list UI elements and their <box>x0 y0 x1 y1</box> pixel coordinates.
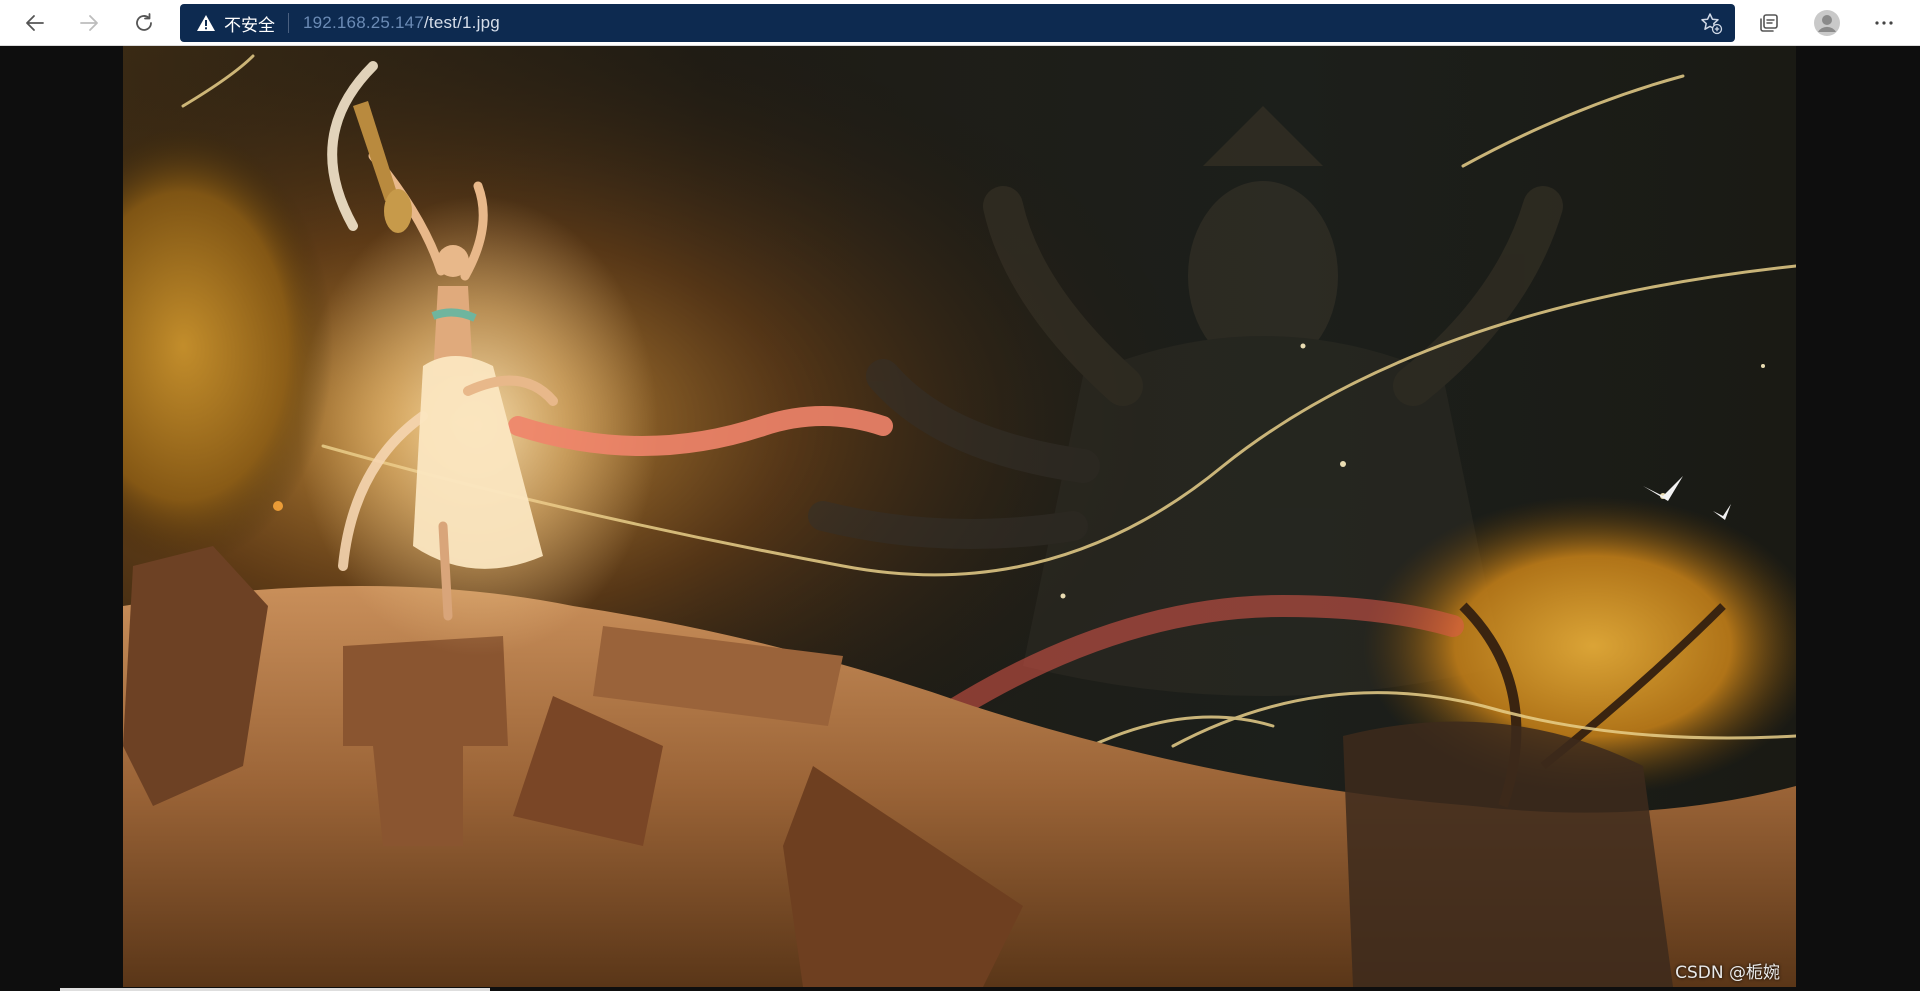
arrow-left-icon <box>26 15 44 31</box>
collections-icon <box>1760 14 1778 32</box>
settings-menu-button[interactable] <box>1867 6 1901 40</box>
image-illustration <box>123 46 1796 987</box>
collections-button[interactable] <box>1752 6 1786 40</box>
browser-toolbar: 不安全 192.168.25.147/test/1.jpg <box>0 0 1920 46</box>
browser-window: 不安全 192.168.25.147/test/1.jpg CSDN @栀婉 <box>0 0 1920 991</box>
forward-button[interactable] <box>72 6 106 40</box>
url-host: 192.168.25.147 <box>303 13 424 32</box>
address-bar[interactable]: 不安全 192.168.25.147/test/1.jpg <box>180 4 1735 42</box>
more-horizontal-icon <box>1875 21 1893 25</box>
warning-triangle-icon <box>197 15 215 31</box>
refresh-button[interactable] <box>127 6 161 40</box>
security-warning[interactable]: 不安全 <box>196 4 275 42</box>
star-plus-icon <box>1701 13 1723 35</box>
profile-button[interactable] <box>1810 6 1844 40</box>
page-viewport: CSDN @栀婉 <box>0 46 1920 991</box>
csdn-watermark: CSDN @栀婉 <box>1675 963 1780 983</box>
profile-avatar-icon <box>1814 10 1840 36</box>
add-favorite-button[interactable] <box>1697 9 1725 37</box>
url-text[interactable]: 192.168.25.147/test/1.jpg <box>303 13 500 33</box>
displayed-image[interactable]: CSDN @栀婉 <box>123 46 1796 987</box>
arrow-right-icon <box>80 15 98 31</box>
security-label: 不安全 <box>224 15 275 36</box>
url-path: /test/1.jpg <box>423 13 500 32</box>
refresh-icon <box>136 13 152 31</box>
address-separator <box>288 13 289 33</box>
back-button[interactable] <box>18 6 52 40</box>
